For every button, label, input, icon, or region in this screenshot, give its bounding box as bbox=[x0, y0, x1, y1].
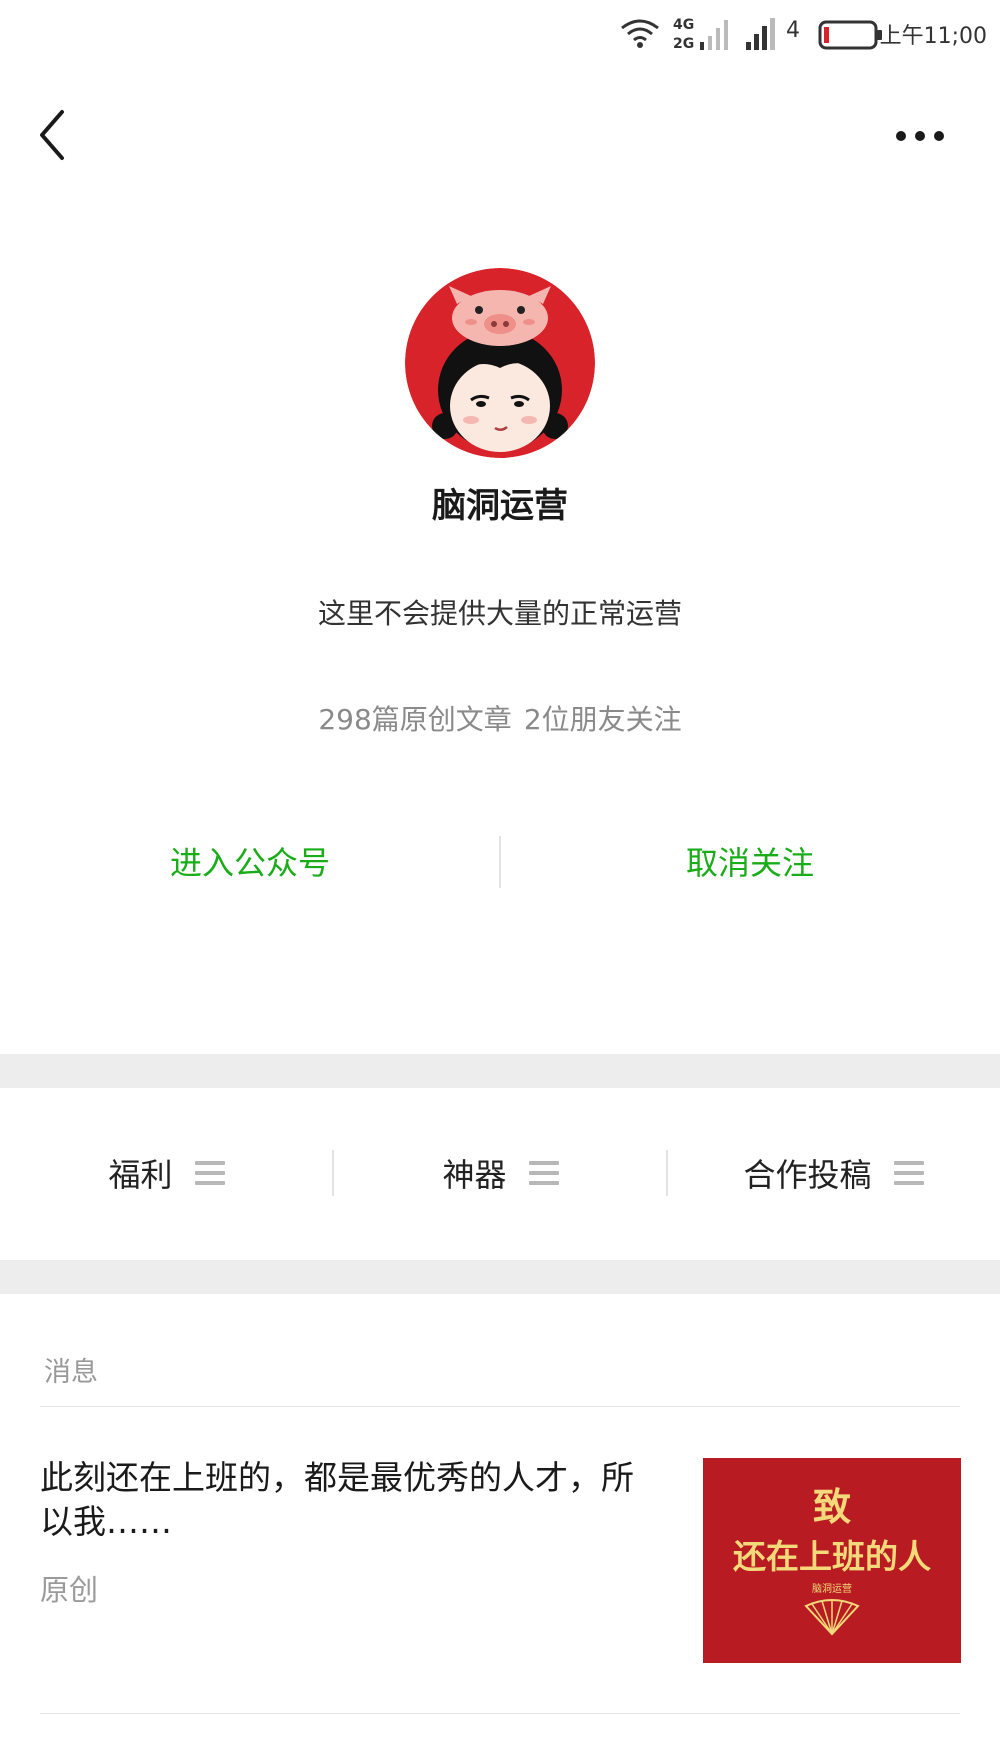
article-thumbnail[interactable]: 致 还在上班的人 脑洞运营 bbox=[703, 1458, 961, 1663]
menu-label: 神器 bbox=[442, 1156, 507, 1194]
menu-label: 合作投稿 bbox=[743, 1156, 872, 1194]
back-button[interactable] bbox=[28, 100, 78, 170]
friends-following-count: 2位朋友关注 bbox=[523, 703, 682, 736]
sim-slot-number: 4 bbox=[786, 18, 800, 43]
network-type-top: 4G bbox=[673, 17, 695, 33]
enter-account-button[interactable]: 进入公众号 bbox=[50, 838, 450, 884]
menu-label: 福利 bbox=[108, 1156, 173, 1194]
more-options-button[interactable] bbox=[885, 118, 955, 154]
section-separator bbox=[0, 1054, 1000, 1088]
thumbnail-text-line1: 致 bbox=[812, 1484, 851, 1529]
menu-lines-icon bbox=[528, 1161, 559, 1185]
thumbnail-text-line2: 还在上班的人 bbox=[733, 1537, 931, 1576]
messages-section-label: 消息 bbox=[44, 1357, 98, 1388]
account-stats: 298篇原创文章 2位朋友关注 bbox=[0, 698, 1000, 738]
action-divider bbox=[499, 836, 501, 888]
thumbnail-text-line3: 脑洞运营 bbox=[812, 1584, 852, 1595]
chevron-left-icon bbox=[40, 110, 64, 160]
status-bar: 4G 2G 4 上午11;00 bbox=[0, 0, 1000, 70]
menu-item-tools[interactable]: 神器 bbox=[334, 1138, 667, 1208]
divider bbox=[40, 1713, 960, 1714]
signal-strength-icon bbox=[746, 18, 775, 50]
battery-icon bbox=[818, 20, 882, 50]
section-separator bbox=[0, 1260, 1000, 1294]
more-horizontal-icon bbox=[896, 131, 944, 141]
account-avatar bbox=[405, 268, 595, 458]
original-tag: 原创 bbox=[40, 1573, 99, 1607]
unfollow-button[interactable]: 取消关注 bbox=[550, 838, 950, 884]
signal-small-icon bbox=[700, 20, 728, 50]
status-time: 上午11;00 bbox=[879, 24, 987, 49]
account-description: 这里不会提供大量的正常运营 bbox=[317, 597, 682, 630]
articles-count: 298篇原创文章 bbox=[318, 703, 512, 736]
menu-item-contribute[interactable]: 合作投稿 bbox=[667, 1138, 1000, 1208]
cartoon-avatar-illustration bbox=[405, 268, 595, 458]
fan-icon bbox=[804, 1599, 860, 1636]
menu-lines-icon bbox=[893, 1161, 924, 1185]
menu-item-welfare[interactable]: 福利 bbox=[0, 1138, 333, 1208]
menu-lines-icon bbox=[194, 1161, 225, 1185]
network-type-bottom: 2G bbox=[673, 36, 695, 52]
article-title[interactable]: 此刻还在上班的，都是最优秀的人才，所以我…… bbox=[40, 1456, 650, 1544]
wifi-icon bbox=[621, 19, 659, 48]
account-name: 脑洞运营 bbox=[432, 486, 568, 526]
